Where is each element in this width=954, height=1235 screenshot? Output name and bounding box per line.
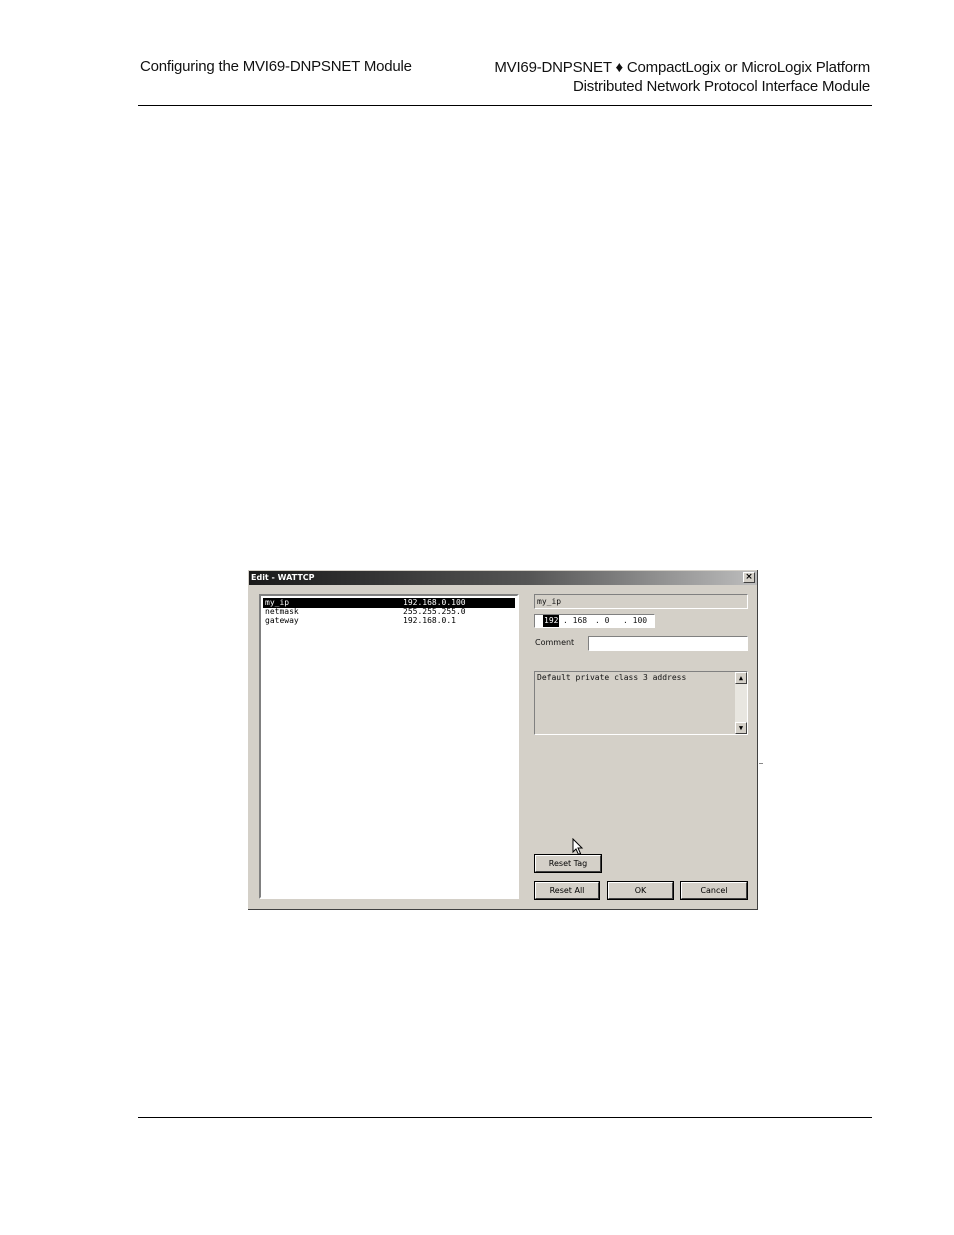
close-icon[interactable]: ×: [743, 572, 755, 583]
header-rule: [138, 105, 872, 106]
header-right-line1: MVI69-DNPSNET ♦ CompactLogix or MicroLog…: [494, 59, 870, 76]
description-box[interactable]: Default private class 3 address ▲ ▼: [534, 671, 748, 735]
list-item-key: gateway: [265, 616, 299, 625]
page-header-left: Configuring the MVI69-DNPSNET Module: [140, 58, 412, 75]
description-scrollbar[interactable]: ▲ ▼: [735, 672, 747, 734]
ip-octet-4[interactable]: . 100: [623, 615, 647, 627]
page-header-right: MVI69-DNPSNET ♦ CompactLogix or MicroLog…: [494, 58, 870, 96]
dialog-title: Edit - WATTCP: [251, 573, 315, 582]
footer-rule: [138, 1117, 872, 1118]
dialog-titlebar[interactable]: Edit - WATTCP ×: [249, 571, 757, 585]
edit-dialog: Edit - WATTCP × my_ip 192.168.0.100 netm…: [248, 570, 758, 910]
tag-name-field: my_ip: [534, 594, 748, 609]
ip-octet-3[interactable]: . 0: [595, 615, 609, 627]
comment-label: Comment: [535, 638, 575, 647]
ip-address-input[interactable]: 192 . 168 . 0 . 100: [534, 614, 655, 628]
stray-mark: [759, 763, 763, 764]
reset-tag-button[interactable]: Reset Tag: [534, 854, 602, 873]
ip-octet-1[interactable]: 192: [543, 615, 560, 627]
ip-octet-2[interactable]: . 168: [563, 615, 587, 627]
header-right-line2: Distributed Network Protocol Interface M…: [573, 78, 870, 95]
description-text: Default private class 3 address: [537, 673, 687, 682]
parameter-list[interactable]: my_ip 192.168.0.100 netmask 255.255.255.…: [259, 594, 519, 899]
list-item[interactable]: gateway 192.168.0.1: [263, 616, 515, 626]
reset-all-button[interactable]: Reset All: [534, 881, 600, 900]
mouse-pointer-icon: [572, 838, 584, 856]
scroll-down-icon[interactable]: ▼: [735, 722, 747, 734]
ok-button[interactable]: OK: [607, 881, 674, 900]
comment-input[interactable]: [588, 636, 748, 651]
list-item-value: 192.168.0.1: [403, 616, 456, 625]
cancel-button[interactable]: Cancel: [680, 881, 748, 900]
scroll-up-icon[interactable]: ▲: [735, 672, 747, 684]
